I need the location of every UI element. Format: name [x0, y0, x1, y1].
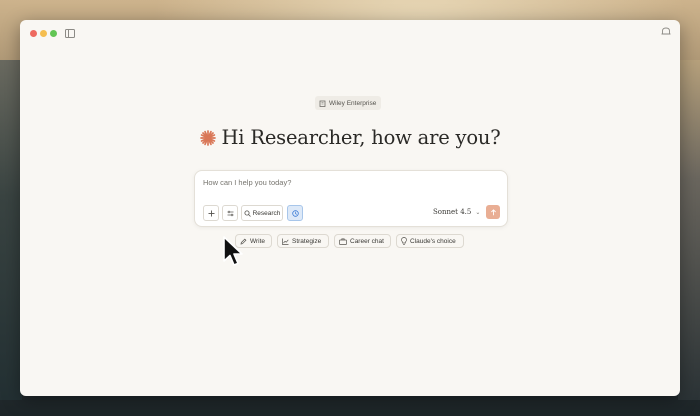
- extended-thinking-toggle[interactable]: [287, 205, 303, 221]
- chip-career-chat[interactable]: Career chat: [334, 234, 391, 248]
- research-button[interactable]: Research: [241, 205, 283, 221]
- chip-strategize[interactable]: Strategize: [277, 234, 329, 248]
- chip-label: Claude's choice: [410, 237, 456, 245]
- chart-icon: [282, 238, 289, 245]
- greeting-text: Hi Researcher, how are you?: [221, 126, 501, 149]
- lightbulb-icon: [401, 237, 407, 245]
- workspace-badge[interactable]: Wiley Enterprise: [315, 96, 382, 110]
- incognito-icon[interactable]: [661, 27, 671, 36]
- message-input[interactable]: How can I help you today?: [203, 178, 291, 187]
- title-bar: [20, 20, 680, 46]
- close-window-button[interactable]: [30, 30, 37, 37]
- app-window: Wiley Enterprise Hi Researcher, how are …: [20, 20, 680, 396]
- plus-icon: [208, 210, 214, 216]
- clock-icon: [291, 209, 299, 217]
- chip-claudes-choice[interactable]: Claude's choice: [396, 234, 464, 248]
- greeting-heading: Hi Researcher, how are you?: [20, 126, 680, 149]
- chip-label: Write: [250, 237, 266, 245]
- building-icon: [319, 100, 326, 107]
- chevron-down-icon: ⌄: [475, 208, 481, 216]
- tools-button[interactable]: [222, 205, 238, 221]
- sidebar-toggle-icon[interactable]: [65, 29, 75, 38]
- claude-spark-icon: [199, 130, 216, 146]
- chip-label: Career chat: [350, 237, 384, 245]
- briefcase-icon: [339, 238, 347, 245]
- send-button[interactable]: [486, 205, 500, 219]
- chip-label: Strategize: [292, 237, 322, 245]
- arrow-up-icon: [490, 208, 496, 215]
- research-label: Research: [252, 209, 281, 217]
- sliders-icon: [227, 210, 233, 216]
- background-landscape-right: [678, 60, 700, 400]
- mouse-cursor-icon: [223, 236, 243, 266]
- minimize-window-button[interactable]: [40, 30, 47, 37]
- workspace-label: Wiley Enterprise: [329, 99, 377, 107]
- background-landscape-left: [0, 60, 22, 400]
- chat-composer[interactable]: How can I help you today? Research Sonne…: [194, 170, 508, 227]
- model-selector[interactable]: Sonnet 4.5 ⌄: [433, 208, 480, 216]
- add-attachment-button[interactable]: [203, 205, 219, 221]
- model-label: Sonnet 4.5: [433, 208, 472, 216]
- search-icon: [244, 210, 251, 217]
- maximize-window-button[interactable]: [50, 30, 57, 37]
